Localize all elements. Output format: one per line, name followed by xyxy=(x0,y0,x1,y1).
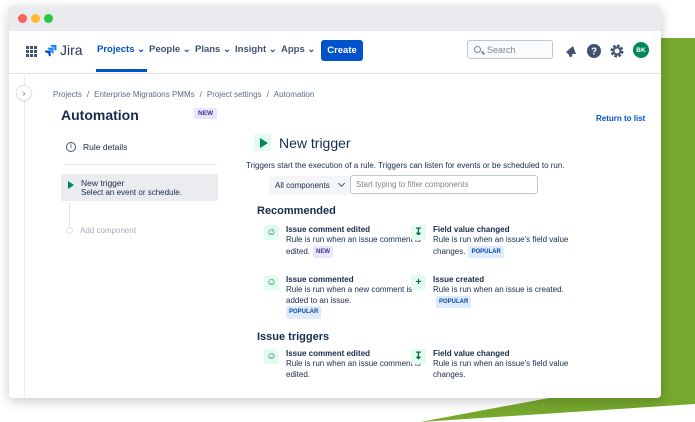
search-placeholder: Search xyxy=(487,44,516,55)
search-input[interactable]: Search xyxy=(467,40,553,59)
trigger-card-title: Issue commented xyxy=(286,275,354,284)
nav-plans[interactable]: Plans ⌄ xyxy=(195,44,231,55)
user-avatar[interactable]: BK xyxy=(633,42,649,58)
comment-icon: ☺ xyxy=(264,225,279,240)
trigger-play-icon xyxy=(68,181,74,189)
logo-text: Jira xyxy=(60,42,83,58)
active-nav-indicator xyxy=(96,69,147,72)
breadcrumb: Projects / Enterprise Migrations PMMs / Proj… xyxy=(53,90,315,99)
recommended-heading: Recommended xyxy=(257,205,336,217)
window-titlebar xyxy=(9,6,661,31)
new-trigger-step[interactable]: New trigger Select an event or schedule. xyxy=(61,174,218,201)
app-switcher-icon[interactable] xyxy=(26,46,37,57)
jira-logo[interactable]: Jira xyxy=(44,42,83,58)
nav-apps[interactable]: Apps ⌄ xyxy=(281,44,315,55)
trigger-card-body: Rule is run when an issue's field value … xyxy=(433,359,569,379)
breadcrumb-projects[interactable]: Projects xyxy=(53,90,82,99)
field-change-icon: ↧ xyxy=(411,225,426,240)
add-component-dot-icon xyxy=(66,227,73,234)
plus-icon: + xyxy=(411,275,426,290)
rule-details-label: Rule details xyxy=(83,142,128,152)
new-badge: NEW xyxy=(194,108,218,119)
search-icon xyxy=(474,46,481,53)
field-change-icon: ↧ xyxy=(411,349,426,364)
info-icon: i xyxy=(66,142,76,152)
breadcrumb-project-settings[interactable]: Project settings xyxy=(207,90,262,99)
minimize-window-dot[interactable] xyxy=(31,14,40,23)
top-navigation: Jira Projects ⌄ People ⌄ Plans ⌄ Insight… xyxy=(9,31,661,74)
trigger-card-title: Issue comment edited xyxy=(286,225,371,234)
app-window: Jira Projects ⌄ People ⌄ Plans ⌄ Insight… xyxy=(9,6,661,398)
rule-details-item[interactable]: i Rule details xyxy=(66,142,127,152)
trigger-heading: New trigger xyxy=(246,134,351,151)
comment-icon: ☺ xyxy=(264,275,279,290)
sidebar-divider xyxy=(24,73,25,398)
comment-icon: ☺ xyxy=(264,349,279,364)
sidebar-expand-chevron-icon[interactable]: › xyxy=(17,86,31,100)
nav-people[interactable]: People ⌄ xyxy=(149,44,191,55)
rule-divider xyxy=(65,164,217,165)
trigger-card-title: Field value changed xyxy=(433,225,510,234)
return-to-list-link[interactable]: Return to list xyxy=(596,114,645,123)
component-filter-select[interactable]: All components xyxy=(269,176,350,195)
breadcrumb-automation[interactable]: Automation xyxy=(274,90,314,99)
trigger-description: Triggers start the execution of a rule. … xyxy=(246,161,565,170)
popular-badge: POPULAR xyxy=(436,295,472,308)
trigger-play-icon xyxy=(254,134,271,151)
nav-insight[interactable]: Insight ⌄ xyxy=(235,44,277,55)
page-title: Automation xyxy=(61,107,139,123)
trigger-card-body: Rule is run when an issue's field value … xyxy=(433,235,573,258)
component-filter-input[interactable]: Start typing to filter components xyxy=(350,175,538,194)
notifications-megaphone-icon[interactable] xyxy=(563,43,579,59)
create-button[interactable]: Create xyxy=(321,40,363,61)
popular-badge: POPULAR xyxy=(286,306,322,319)
trigger-card-title: Issue created xyxy=(433,275,485,284)
popular-badge: POPULAR xyxy=(468,245,504,258)
add-component-link[interactable]: Add component xyxy=(80,226,136,235)
issue-triggers-heading: Issue triggers xyxy=(257,331,330,343)
trigger-card-body: Rule is run when an issue is created.POP… xyxy=(433,285,573,308)
trigger-step-title: New trigger xyxy=(81,178,125,188)
trigger-card-body: Rule is run when an issue comment is edi… xyxy=(286,359,421,379)
new-badge: NEW xyxy=(313,245,334,258)
jira-logo-icon xyxy=(44,44,57,56)
trigger-card-title: Field value changed xyxy=(433,349,510,358)
component-filter-value: All components xyxy=(275,181,330,190)
filter-placeholder: Start typing to filter components xyxy=(356,180,469,189)
nav-projects[interactable]: Projects ⌄ xyxy=(97,44,145,55)
trigger-step-subtitle: Select an event or schedule. xyxy=(81,188,182,197)
trigger-card-body: Rule is run when a new comment is added … xyxy=(286,285,426,319)
maximize-window-dot[interactable] xyxy=(44,14,53,23)
settings-gear-icon[interactable] xyxy=(609,43,625,59)
rule-flow-line xyxy=(69,202,70,226)
svg-text:?: ? xyxy=(591,47,597,58)
trigger-card-body: Rule is run when an issue comment is edi… xyxy=(286,235,426,258)
close-window-dot[interactable] xyxy=(18,14,27,23)
trigger-heading-text: New trigger xyxy=(279,134,351,151)
trigger-card-title: Issue comment edited xyxy=(286,349,371,358)
breadcrumb-project[interactable]: Enterprise Migrations PMMs xyxy=(94,90,194,99)
help-icon[interactable]: ? xyxy=(586,43,602,59)
chevron-down-icon xyxy=(337,179,346,188)
